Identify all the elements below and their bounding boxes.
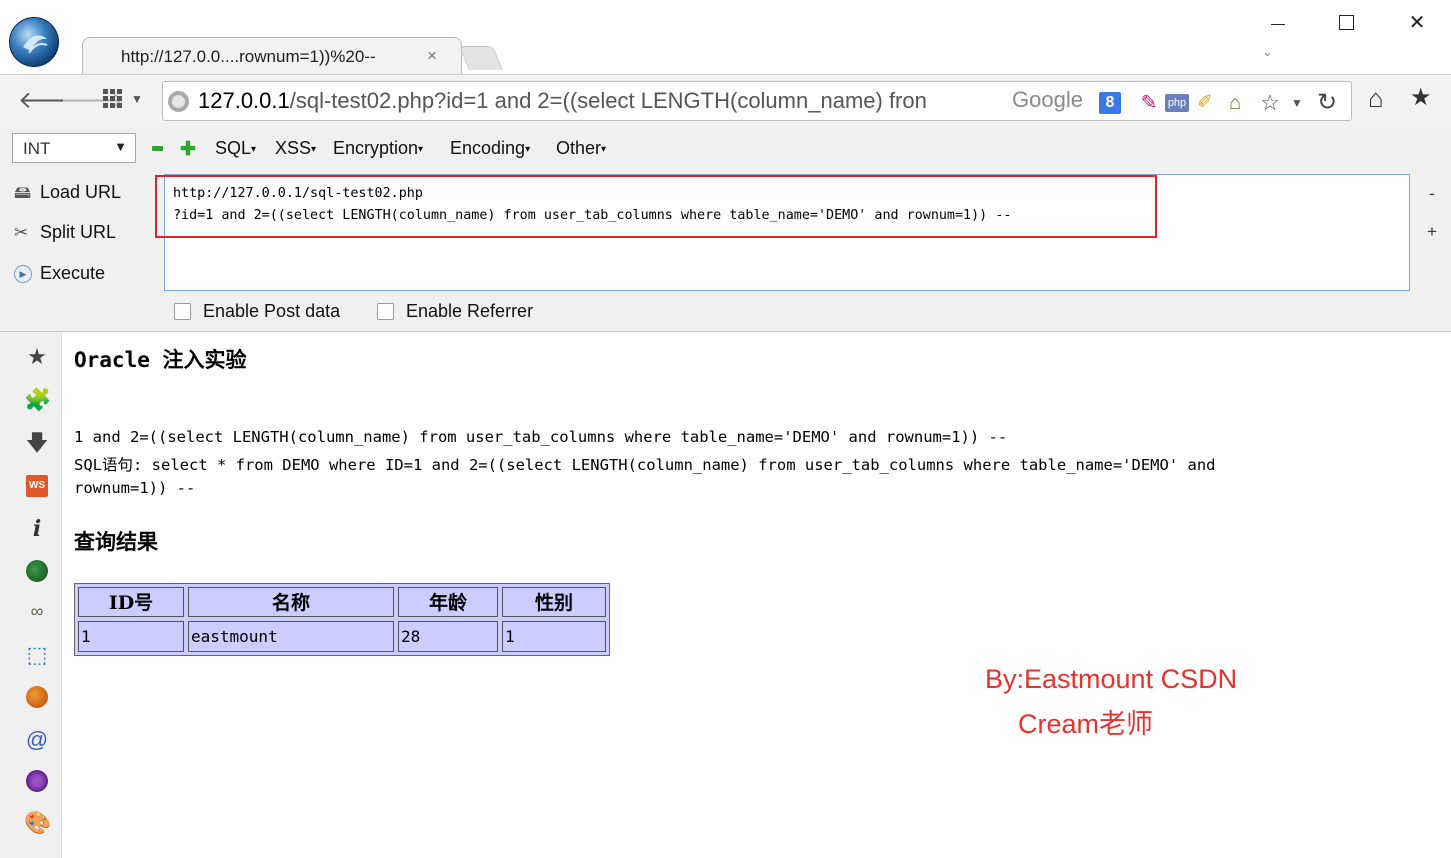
star-outline-icon[interactable]: ☆	[1258, 92, 1282, 114]
menu-sql[interactable]: SQL▾	[215, 138, 256, 159]
highlight-annotation	[155, 175, 1157, 238]
browser-tab[interactable]: http://127.0.0....rownum=1))%20-- ×	[82, 37, 462, 74]
watermark-teacher: Cream老师	[1018, 709, 1154, 739]
minus-icon[interactable]	[152, 146, 163, 151]
glasses-icon[interactable]: ∞	[24, 598, 50, 624]
extension-sidebar: ★ 🧩 🡇 WS i ∞ ⬚ @ 🎨	[0, 332, 62, 858]
address-bar[interactable]: 127.0.0.1/sql-test02.php?id=1 and 2=((se…	[162, 81, 1352, 121]
execute-label: Execute	[40, 263, 106, 283]
browser-logo-icon	[9, 17, 59, 67]
home-icon[interactable]: ⌂	[1368, 83, 1384, 114]
caret-down-icon: ▾	[525, 143, 531, 155]
menu-encryption[interactable]: Encryption▾	[333, 138, 423, 159]
type-select-value: INT	[23, 139, 51, 158]
load-url-icon: 🖴	[14, 183, 32, 202]
google-icon[interactable]: 8	[1099, 92, 1121, 114]
menu-encoding[interactable]: Encoding▾	[450, 138, 530, 159]
page-title: Oracle 注入实验	[74, 348, 247, 372]
tab-close-icon[interactable]: ×	[427, 46, 437, 66]
menu-encryption-label: Encryption	[333, 138, 419, 158]
watermark-author: By:Eastmount CSDN	[985, 664, 1238, 694]
star-icon[interactable]: ★	[24, 344, 50, 370]
dropdown-arrow-icon: ▼	[114, 139, 127, 154]
table-cell: eastmount	[188, 621, 394, 652]
shrink-button[interactable]: -	[1429, 184, 1435, 204]
page-content: Oracle 注入实验 1 and 2=((select LENGTH(colu…	[63, 332, 1451, 858]
address-text[interactable]: 127.0.0.1/sql-test02.php?id=1 and 2=((se…	[198, 88, 1098, 114]
color-picker-icon[interactable]: ✐	[1193, 92, 1217, 114]
navigation-bar: 🡐 🡒 ▼ 127.0.0.1/sql-test02.php?id=1 and …	[0, 74, 1451, 126]
menu-other-label: Other	[556, 138, 602, 158]
sql-statement-continued: rownum=1)) --	[74, 479, 196, 497]
result-table: ID号 名称 年龄 性别 1 eastmount 28 1	[74, 583, 610, 656]
table-header: ID号	[78, 587, 184, 617]
puzzle-icon[interactable]: 🧩	[24, 387, 51, 413]
minimize-icon	[1271, 23, 1285, 25]
execute-button[interactable]: ▶ Execute	[14, 263, 105, 284]
plus-icon[interactable]: ✚	[180, 138, 196, 161]
menu-encoding-label: Encoding	[450, 138, 526, 158]
menu-xss[interactable]: XSS▾	[275, 138, 316, 159]
php-extension-icon[interactable]: php	[1165, 94, 1189, 112]
new-tab-button[interactable]	[459, 46, 503, 70]
close-window-button[interactable]: ✕	[1394, 8, 1440, 36]
apps-grid-icon[interactable]	[103, 89, 123, 108]
chevron-down-icon[interactable]: ⌄	[1262, 44, 1273, 60]
minimize-button[interactable]	[1255, 8, 1301, 36]
table-header: 年龄	[398, 587, 498, 617]
reload-icon[interactable]: ↻	[1315, 91, 1339, 115]
orange-orb-icon[interactable]	[26, 686, 48, 708]
table-cell: 1	[78, 621, 184, 652]
load-url-label: Load URL	[40, 182, 122, 202]
house-extension-icon[interactable]: ⌂	[1223, 92, 1247, 114]
split-url-button[interactable]: ✂ Split URL	[14, 222, 116, 243]
green-orb-icon[interactable]	[26, 560, 48, 582]
result-heading: 查询结果	[74, 530, 158, 554]
play-icon: ▶	[14, 265, 32, 283]
globe-icon	[168, 91, 189, 112]
download-arrow-icon[interactable]: 🡇	[24, 430, 50, 456]
tab-title: http://127.0.0....rownum=1))%20--	[121, 47, 376, 66]
search-engine-label: Google	[1012, 87, 1083, 112]
caret-down-icon: ▾	[251, 143, 257, 155]
expand-button[interactable]: +	[1427, 222, 1437, 242]
load-url-button[interactable]: 🖴 Load URL	[14, 180, 121, 209]
enable-referrer-checkbox[interactable]	[377, 303, 394, 320]
type-select[interactable]: INT ▼	[12, 133, 136, 163]
maximize-icon	[1338, 14, 1354, 30]
apps-dropdown-icon[interactable]: ▼	[131, 92, 143, 106]
menu-other[interactable]: Other▾	[556, 138, 606, 159]
star-icon[interactable]: ★	[1410, 83, 1432, 112]
maximize-button[interactable]	[1323, 8, 1369, 36]
hackbar-panel: 🖴 Load URL ✂ Split URL ▶ Execute http://127…	[0, 170, 1451, 332]
scissors-icon: ✂	[14, 223, 29, 242]
hackbar-toolbar: INT ▼ ✚ SQL▾ XSS▾ Encryption▾ Encoding▾ …	[0, 126, 1451, 170]
cursor-select-icon[interactable]: ⬚	[24, 642, 50, 668]
table-header: 性别	[502, 587, 606, 617]
table-cell: 1	[502, 621, 606, 652]
enable-post-checkbox[interactable]	[174, 303, 191, 320]
swirl-icon[interactable]: @	[24, 727, 50, 753]
bug-icon[interactable]	[26, 770, 48, 792]
enable-post-label[interactable]: Enable Post data	[203, 301, 340, 322]
caret-down-icon: ▾	[418, 143, 424, 155]
split-url-label: Split URL	[40, 222, 117, 242]
table-header: 名称	[188, 587, 394, 617]
caret-down-icon: ▾	[601, 143, 607, 155]
address-host: 127.0.0.1	[198, 88, 290, 113]
enable-referrer-label[interactable]: Enable Referrer	[406, 301, 533, 322]
title-bar: http://127.0.0....rownum=1))%20-- × ⌄ ✕	[0, 0, 1451, 74]
address-path: /sql-test02.php?id=1 and 2=((select LENG…	[289, 88, 927, 113]
sql-statement: SQL语句: select * from DEMO where ID=1 and…	[74, 456, 1216, 474]
caret-down-icon: ▾	[311, 143, 317, 155]
menu-xss-label: XSS	[275, 138, 312, 158]
info-icon[interactable]: i	[24, 516, 50, 542]
table-cell: 28	[398, 621, 498, 652]
input-echo: 1 and 2=((select LENGTH(column_name) fro…	[74, 428, 1008, 446]
ws-extension-icon[interactable]: WS	[26, 475, 48, 497]
feather-extension-icon[interactable]: ✎	[1137, 92, 1161, 114]
palette-icon[interactable]: 🎨	[24, 810, 51, 836]
menu-sql-label: SQL	[215, 138, 252, 158]
star-dropdown-icon[interactable]: ▼	[1285, 92, 1309, 114]
